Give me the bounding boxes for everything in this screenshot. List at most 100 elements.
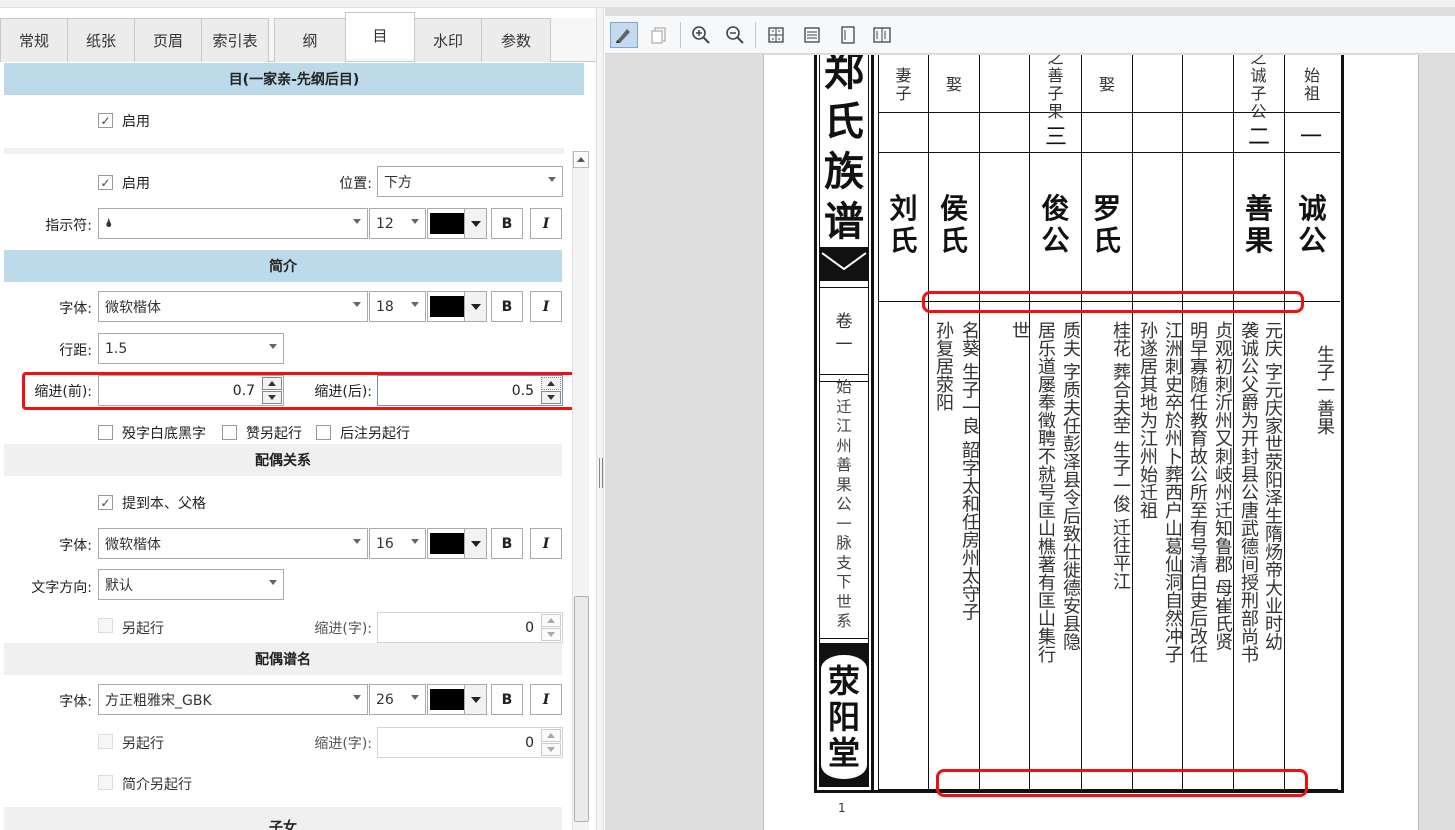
sub-char: 始 bbox=[836, 378, 852, 396]
settings-scrollbar[interactable] bbox=[572, 151, 589, 830]
preview-toolbar bbox=[605, 16, 1455, 54]
volume-label: 卷 一 bbox=[819, 311, 869, 357]
po-indent-label: 缩进(字): bbox=[314, 621, 372, 637]
indent-before-spinner[interactable]: 0.7 bbox=[98, 375, 284, 406]
po-indent-spinner[interactable]: 0 bbox=[377, 612, 563, 643]
panel-splitter[interactable] bbox=[596, 8, 604, 830]
spinner-arrows[interactable] bbox=[541, 377, 561, 404]
houzhu-checkbox[interactable] bbox=[316, 425, 331, 440]
tab-index[interactable]: 索引表 bbox=[201, 18, 269, 62]
jj-newline-checkbox[interactable] bbox=[98, 775, 113, 790]
yin-checkbox[interactable] bbox=[98, 425, 113, 440]
copy-button[interactable] bbox=[645, 22, 673, 48]
head-cell-shizu: 始祖 bbox=[1303, 66, 1320, 103]
spin-up-icon[interactable] bbox=[541, 729, 561, 742]
scroll-thumb[interactable] bbox=[574, 596, 589, 822]
bold-button-1[interactable]: B bbox=[491, 208, 523, 239]
indicator-select[interactable]: 🌢 bbox=[98, 208, 368, 239]
fish-tail-icon bbox=[821, 252, 867, 271]
bold-button-2[interactable]: B bbox=[491, 291, 523, 322]
zoom-in-icon bbox=[692, 26, 710, 44]
spin-down-icon[interactable] bbox=[541, 628, 561, 641]
tab-watermark[interactable]: 水印 bbox=[414, 18, 482, 62]
bold-button-3[interactable]: B bbox=[491, 528, 523, 559]
tab-gang[interactable]: 纲 bbox=[274, 18, 346, 62]
splitter-grip[interactable] bbox=[599, 458, 603, 488]
zoom-in-button[interactable] bbox=[687, 22, 715, 48]
fit-width-button[interactable] bbox=[798, 22, 826, 48]
pm-color-picker[interactable] bbox=[427, 684, 487, 715]
enable-checkbox-2[interactable]: ✓ bbox=[98, 175, 113, 190]
pm-indent-spinner[interactable]: 0 bbox=[377, 727, 563, 758]
spinner-arrows[interactable] bbox=[541, 614, 561, 641]
indicator-color-picker[interactable] bbox=[427, 208, 487, 239]
po-font-select[interactable]: 微软楷体 bbox=[98, 528, 368, 559]
fit-page-button[interactable] bbox=[762, 22, 790, 48]
enable-checkbox-1[interactable]: ✓ bbox=[98, 113, 113, 128]
chevron-down-icon[interactable] bbox=[464, 529, 486, 558]
chevron-down-icon[interactable] bbox=[464, 685, 486, 714]
promote-checkbox[interactable]: ✓ bbox=[98, 495, 113, 510]
line-spacing-select[interactable]: 1.5 bbox=[98, 333, 284, 364]
spinner-arrows[interactable] bbox=[541, 729, 561, 756]
text-dir-select[interactable]: 默认 bbox=[98, 569, 284, 600]
enable-label-2: 启用 bbox=[122, 176, 150, 192]
spinner-arrows[interactable] bbox=[262, 377, 282, 404]
italic-button-2[interactable]: I bbox=[530, 291, 562, 322]
zan-checkbox[interactable] bbox=[222, 425, 237, 440]
position-select[interactable]: 下方 bbox=[377, 166, 563, 197]
po-font-value: 微软楷体 bbox=[105, 536, 161, 553]
bio-col: 江洲刺史卒於州卜葬西户山葛仙洞自然冲子 bbox=[1162, 321, 1183, 663]
bio-col: 元庆 字元庆家世荥阳泽生隋炀帝大业时幼 bbox=[1262, 321, 1283, 651]
pm-font-select[interactable]: 方正粗雅宋_GBK bbox=[98, 684, 368, 715]
name-jungong: 俊公 bbox=[1041, 192, 1070, 257]
italic-button-4[interactable]: I bbox=[530, 684, 562, 715]
pm-indent-label: 缩进(字): bbox=[314, 736, 372, 752]
spin-up-icon[interactable] bbox=[541, 614, 561, 627]
sub-char: 系 bbox=[836, 612, 852, 630]
indicator-size-select[interactable]: 12 bbox=[369, 208, 426, 239]
jj-color-picker[interactable] bbox=[427, 291, 487, 322]
tab-params[interactable]: 参数 bbox=[481, 18, 551, 62]
select-tool-button[interactable] bbox=[610, 22, 638, 48]
po-color-picker[interactable] bbox=[427, 528, 487, 559]
vol-char: 一 bbox=[835, 335, 853, 355]
jj-font-select[interactable]: 微软楷体 bbox=[98, 291, 368, 322]
hall-char: 荥 bbox=[827, 662, 860, 700]
tab-mu[interactable]: 目 bbox=[345, 12, 415, 58]
grid-col-line bbox=[1132, 55, 1133, 789]
jj-size-select[interactable]: 18 bbox=[369, 291, 426, 322]
spin-down-icon[interactable] bbox=[541, 391, 561, 404]
chevron-down-icon[interactable] bbox=[464, 292, 486, 321]
spin-up-icon[interactable] bbox=[541, 377, 561, 390]
indent-before-label: 缩进(前): bbox=[34, 384, 92, 400]
section-divider bbox=[4, 148, 564, 154]
grid-inner-line bbox=[878, 55, 879, 789]
italic-button-1[interactable]: I bbox=[530, 208, 562, 239]
pm-font-label: 字体: bbox=[59, 694, 92, 710]
double-page-button[interactable] bbox=[868, 22, 896, 48]
zoom-out-button[interactable] bbox=[721, 22, 749, 48]
position-value: 下方 bbox=[384, 174, 412, 191]
tab-general[interactable]: 常规 bbox=[0, 18, 68, 62]
indent-after-spinner[interactable]: 0.5 bbox=[377, 375, 563, 406]
po-size-select[interactable]: 16 bbox=[369, 528, 426, 559]
chevron-down-icon bbox=[353, 695, 361, 700]
po-newline-checkbox[interactable] bbox=[98, 618, 113, 633]
pm-size-select[interactable]: 26 bbox=[369, 684, 426, 715]
bold-button-4[interactable]: B bbox=[491, 684, 523, 715]
spin-down-icon[interactable] bbox=[262, 391, 282, 404]
grid-col-line bbox=[1284, 55, 1285, 789]
line-spacing-label: 行距: bbox=[59, 343, 92, 359]
tab-paper[interactable]: 纸张 bbox=[67, 18, 135, 62]
spin-down-icon[interactable] bbox=[541, 743, 561, 756]
scroll-up-icon[interactable] bbox=[573, 151, 589, 168]
gen-number-3: 三 bbox=[1045, 125, 1068, 150]
spin-up-icon[interactable] bbox=[262, 377, 282, 390]
single-page-button[interactable] bbox=[834, 22, 862, 48]
tab-header[interactable]: 页眉 bbox=[134, 18, 202, 62]
chevron-down-icon[interactable] bbox=[464, 209, 486, 238]
sub-char: 果 bbox=[836, 475, 852, 494]
italic-button-3[interactable]: I bbox=[530, 528, 562, 559]
pm-newline-checkbox[interactable] bbox=[98, 734, 113, 749]
